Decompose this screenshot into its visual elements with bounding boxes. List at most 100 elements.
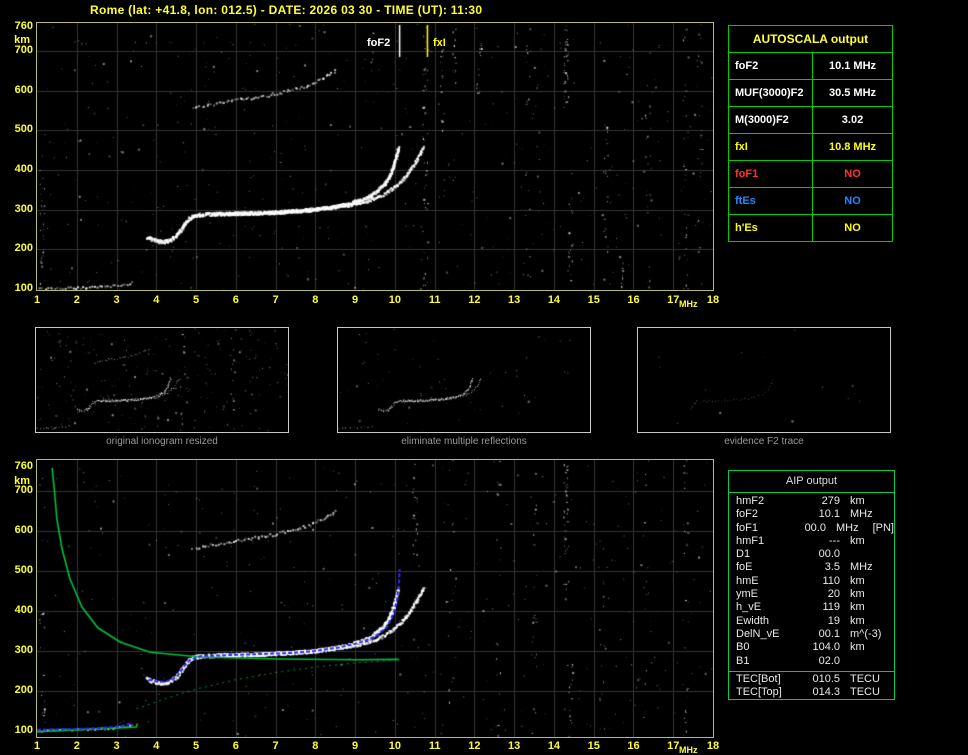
station-header: Rome (lat: +41.8, lon: 012.5) - DATE: 20…: [90, 3, 483, 17]
autoscala-row-label: foF2: [729, 53, 813, 79]
autoscala-table-header: AUTOSCALA output: [729, 26, 892, 53]
aip-row-name: foE: [736, 561, 753, 574]
aip-row-value: 110: [822, 574, 840, 587]
x-tick-label: 9: [352, 294, 359, 306]
x-tick-label: 9: [352, 740, 359, 752]
panel-original-ionogram-caption: original ionogram resized: [106, 436, 218, 447]
top-ionogram-plot: foF2 fxI: [36, 22, 714, 291]
aip-row-unit: MHz: [835, 521, 859, 534]
autoscala-row: ftEs NO: [729, 188, 892, 215]
aip-row: foF1 00.0 MHz [PN]: [729, 522, 894, 535]
aip-tec-section: TEC[Bot] 010.5 TECU TEC[Top] 014.3 TECU: [729, 670, 894, 700]
aip-row-name: TEC[Top]: [736, 686, 782, 699]
aip-row-value: ---: [829, 534, 840, 547]
panel-evidence-f2-canvas: [638, 328, 890, 432]
x-tick-label: 2: [73, 740, 80, 752]
aip-row: DelN_vE 00.1 m^(-3): [729, 628, 894, 641]
autoscala-row: fxI 10.8 MHz: [729, 134, 892, 161]
aip-row-name: D1: [736, 548, 751, 561]
y-tick-label: 760: [14, 460, 33, 472]
aip-row: D1 00.0: [729, 548, 894, 561]
autoscala-row-label: ftEs: [729, 188, 813, 214]
panel-eliminate-multiples: [337, 327, 591, 433]
aip-row-name: h_vE: [736, 601, 762, 614]
aip-row-value: 20: [827, 588, 840, 601]
autoscala-row-label: h'Es: [729, 215, 813, 241]
x-tick-label: 3: [113, 294, 120, 306]
autoscala-row-label: MUF(3000)F2: [729, 80, 813, 106]
y-tick-label: 100: [14, 282, 33, 294]
aip-tec-row: TEC[Bot] 010.5 TECU: [729, 673, 894, 686]
x-tick-label: 7: [272, 294, 279, 306]
aip-row: hmF2 279 km: [729, 495, 894, 508]
aip-row-value: 014.3: [812, 686, 840, 699]
aip-row-name: hmF2: [736, 495, 765, 507]
aip-row-name: foF2: [736, 508, 759, 521]
aip-row-value: 279: [821, 495, 840, 507]
aip-row-unit: TECU: [850, 672, 880, 685]
aip-row-value: 10.1: [818, 508, 840, 521]
aip-row-value: 010.5: [812, 672, 840, 685]
panel-original-ionogram-canvas: [36, 328, 288, 432]
aip-row: Ewidth 19 km: [729, 615, 894, 628]
x-tick-label: 13: [508, 294, 521, 306]
y-tick-label: 300: [14, 202, 33, 215]
autoscala-row-label: fxI: [729, 134, 813, 160]
x-tick-label: 16: [627, 294, 640, 306]
aip-row-name: DelN_vE: [736, 627, 780, 640]
autoscala-row-value: NO: [844, 168, 861, 180]
aip-row-value: 104.0: [812, 641, 840, 654]
y-tick-label: 500: [14, 123, 33, 136]
aip-row: hmF1 --- km: [729, 535, 894, 548]
y-tick-label: 100: [14, 724, 33, 736]
bottom-ionogram-canvas: [37, 460, 713, 737]
aip-row-unit: km: [850, 574, 865, 587]
aip-table-header: AIP output: [729, 471, 894, 493]
aip-row: foE 3.5 MHz: [729, 561, 894, 574]
aip-table-rows: hmF2 279 km foF2 10.1 MHz foF1 00.0 MHz [PN] hmF1-…: [729, 493, 894, 668]
aip-row: B1 02.0: [729, 655, 894, 668]
aip-row-name: TEC[Bot]: [736, 672, 781, 685]
aip-row-unit: MHz: [850, 508, 873, 521]
y-tick-label: 700: [14, 484, 33, 496]
x-tick-label: 5: [192, 740, 200, 752]
aip-row-unit: km: [850, 495, 865, 507]
x-tick-label: 11: [428, 294, 441, 306]
x-tick-label: 12: [468, 740, 481, 752]
aip-row-name: foF1: [736, 521, 759, 534]
x-tick-label: 15: [587, 294, 600, 306]
autoscala-row: MUF(3000)F2 30.5 MHz: [729, 80, 892, 107]
autoscala-row-label: M(3000)F2: [729, 107, 813, 133]
bottom-ionogram-plot: [36, 459, 714, 738]
x-tick-label: 4: [153, 740, 160, 752]
aip-row-unit: [840, 655, 850, 668]
aip-row-unit: km: [850, 601, 865, 614]
fof2-marker-label: foF2: [367, 37, 391, 49]
autoscala-row-value: 3.02: [841, 114, 864, 126]
aip-row-value: 00.0: [818, 548, 840, 561]
aip-row-value: 02.0: [818, 654, 840, 667]
aip-row-value: 3.5: [824, 561, 840, 574]
aip-row-note: [PN]: [872, 521, 894, 534]
y-tick-label: 600: [14, 83, 33, 96]
x-tick-label: 17: [667, 740, 680, 752]
aip-row: hmE 110 km: [729, 575, 894, 588]
aip-row-unit: km: [850, 641, 865, 654]
panel-original-ionogram: [35, 327, 289, 433]
x-tick-label: 13: [508, 740, 521, 752]
x-tick-label: 6: [232, 294, 239, 306]
y-tick-label: 300: [14, 644, 33, 656]
aip-output-table: AIP output hmF2 279 km foF2 10.1 MHz foF1 00.0 M…: [728, 470, 895, 700]
x-tick-label: 14: [547, 294, 561, 306]
aip-row-value: 00.0: [804, 521, 826, 534]
aip-row-unit: km: [850, 614, 865, 627]
x-tick-label: 10: [388, 740, 401, 752]
x-tick-label: 16: [627, 740, 640, 752]
autoscala-row: foF2 10.1 MHz: [729, 53, 892, 80]
aip-row-name: Ewidth: [736, 614, 770, 627]
autoscala-output-table: AUTOSCALA output foF2 10.1 MHz MUF(3000)F2…: [728, 25, 893, 242]
x-tick-label: 15: [587, 740, 600, 752]
aip-row-value: 00.1: [818, 627, 840, 640]
aip-row-name: ymE: [736, 588, 758, 601]
x-tick-label: 7: [272, 740, 279, 752]
